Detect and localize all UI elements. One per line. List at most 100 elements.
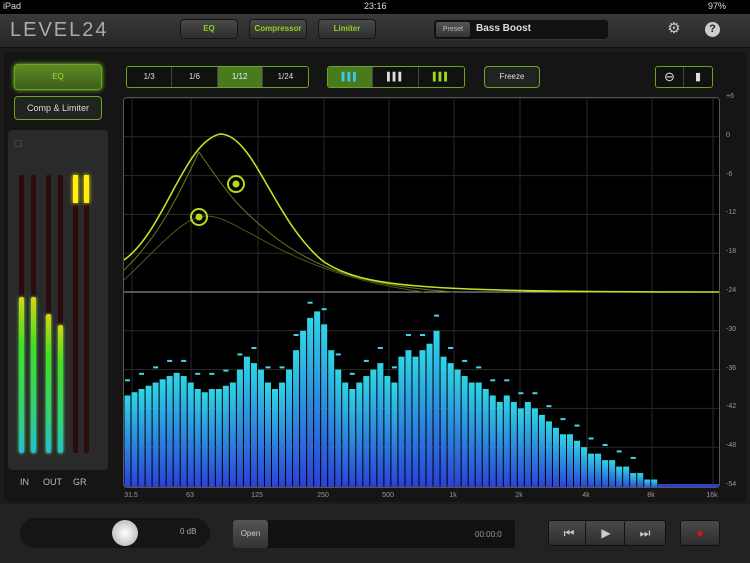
- play-button[interactable]: ▶: [585, 520, 627, 546]
- remove-band-icon[interactable]: ⊖: [656, 67, 685, 87]
- help-icon[interactable]: ?: [705, 22, 720, 37]
- spectrum-bar: [384, 376, 391, 487]
- resolution-option[interactable]: 1/24: [262, 67, 308, 87]
- spectrum-bar: [370, 369, 377, 487]
- y-tick-label: 0: [726, 131, 730, 139]
- spectrum-bar: [377, 363, 384, 487]
- peak-hold-mark: [251, 346, 257, 349]
- peak-hold-mark: [476, 366, 482, 369]
- x-tick-label: 31.5: [124, 492, 138, 499]
- tab-limiter[interactable]: Limiter: [318, 19, 376, 39]
- peak-hold-mark: [560, 418, 566, 421]
- spectrum-bar: [524, 401, 531, 487]
- y-tick-label: -18: [726, 248, 737, 256]
- spectrum-bar: [538, 414, 545, 487]
- peak-hold-mark: [153, 366, 159, 369]
- peak-hold-mark: [546, 405, 552, 408]
- resolution-option[interactable]: 1/12: [217, 67, 263, 87]
- x-tick-label: 250: [317, 492, 329, 499]
- x-tick-label: 16k: [706, 492, 718, 499]
- record-button[interactable]: ●: [680, 520, 720, 546]
- spectrum-bar: [173, 372, 180, 487]
- spectrum-plot[interactable]: [123, 97, 720, 488]
- spectrum-bar: [307, 317, 314, 487]
- y-tick-label: -54: [726, 481, 737, 488]
- playback-time: 00:00:0: [475, 530, 502, 539]
- peak-hold-mark: [434, 314, 440, 317]
- edit-tools: ⊖ ▮: [655, 66, 713, 88]
- transport-bar: 0 dB Open 00:00:0 ⏮ ▶ ⏭ ●: [0, 504, 750, 563]
- spectrum-bar: [222, 385, 229, 487]
- eq-band-handle-dot: [232, 180, 240, 188]
- spectrum-green-mode-button[interactable]: ▌▌▌: [418, 67, 464, 87]
- file-bar: Open 00:00:0: [233, 520, 515, 548]
- spectrum-bar: [264, 382, 271, 487]
- peak-hold-mark: [349, 372, 355, 375]
- gear-icon[interactable]: ⚙: [665, 20, 683, 38]
- spectrum-bar: [286, 369, 293, 487]
- gain-knob[interactable]: [112, 520, 138, 546]
- lock-checkbox[interactable]: [14, 140, 22, 147]
- comp-limiter-view-button[interactable]: Comp & Limiter: [14, 96, 102, 120]
- level-meter-out_l: [46, 175, 51, 453]
- level-meter-gr_l: [73, 175, 78, 453]
- rewind-button[interactable]: ⏮: [548, 520, 590, 546]
- header: LEVEL24 EQ Compressor Limiter Preset Bas…: [0, 14, 750, 48]
- peak-hold-mark: [391, 366, 397, 369]
- peak-hold-mark: [307, 301, 313, 304]
- trash-icon[interactable]: ▮: [684, 67, 712, 87]
- spectrum-bar: [517, 408, 524, 487]
- y-tick-label: -36: [726, 364, 737, 372]
- spectrum-bar: [293, 350, 300, 487]
- peak-hold-mark: [265, 366, 271, 369]
- status-bar: iPad 23:16 97%: [0, 0, 750, 14]
- spectrum-svg: [124, 98, 719, 487]
- peak-hold-mark: [419, 334, 426, 337]
- meter-label-gr: GR: [73, 477, 87, 487]
- resolution-option[interactable]: 1/3: [127, 67, 173, 87]
- freeze-button[interactable]: Freeze: [484, 66, 540, 88]
- peak-hold-mark: [490, 379, 496, 382]
- spectrum-white-mode-button[interactable]: ▌▌▌: [373, 67, 419, 87]
- eq-view-button[interactable]: EQ: [14, 64, 102, 90]
- spectrum-bar: [201, 392, 208, 487]
- spectrum-bar: [489, 395, 496, 487]
- tab-compressor[interactable]: Compressor: [249, 19, 307, 39]
- eq-total-curve: [124, 133, 719, 293]
- spectrum-bar: [356, 382, 363, 487]
- peak-hold-mark: [504, 379, 510, 382]
- fast-forward-button[interactable]: ⏭: [624, 520, 666, 546]
- peak-hold-mark: [616, 450, 622, 453]
- peak-hold-mark: [209, 372, 215, 375]
- spectrum-bar: [678, 484, 686, 487]
- level-meter-out_r: [58, 175, 63, 453]
- spectrum-bar: [335, 369, 342, 487]
- spectrum-bar: [552, 427, 559, 487]
- x-tick-label: 500: [382, 492, 394, 499]
- gain-slider[interactable]: 0 dB: [20, 518, 210, 548]
- display-mode-selector: ▌▌▌ ▌▌▌ ▌▌▌: [327, 66, 465, 88]
- spectrum-bar: [482, 389, 489, 487]
- spectrum-bar: [447, 363, 454, 487]
- tab-eq[interactable]: EQ: [180, 19, 238, 39]
- spectrum-bar: [475, 382, 482, 487]
- resolution-selector: 1/3 1/6 1/12 1/24: [126, 66, 309, 88]
- spectrum-cyan-mode-button[interactable]: ▌▌▌: [328, 67, 374, 87]
- y-tick-label: -12: [726, 209, 737, 217]
- peak-hold-mark: [588, 437, 594, 440]
- spectrum-bar: [692, 484, 700, 487]
- spectrum-bar: [208, 389, 215, 487]
- resolution-option[interactable]: 1/6: [172, 67, 218, 87]
- spectrum-bar: [215, 389, 222, 487]
- meter-fill: [46, 314, 51, 453]
- level-meter-in_r: [31, 175, 36, 453]
- open-button[interactable]: Open: [233, 520, 268, 548]
- gain-value: 0 dB: [180, 527, 197, 536]
- preset-name: Bass Boost: [476, 23, 532, 34]
- y-tick-label: -6: [726, 170, 733, 178]
- spectrum-bar: [595, 453, 602, 487]
- spectrum-bar: [616, 466, 623, 487]
- meter-fill: [84, 175, 89, 203]
- preset-selector[interactable]: Preset Bass Boost: [433, 19, 609, 40]
- spectrum-bar: [559, 434, 566, 487]
